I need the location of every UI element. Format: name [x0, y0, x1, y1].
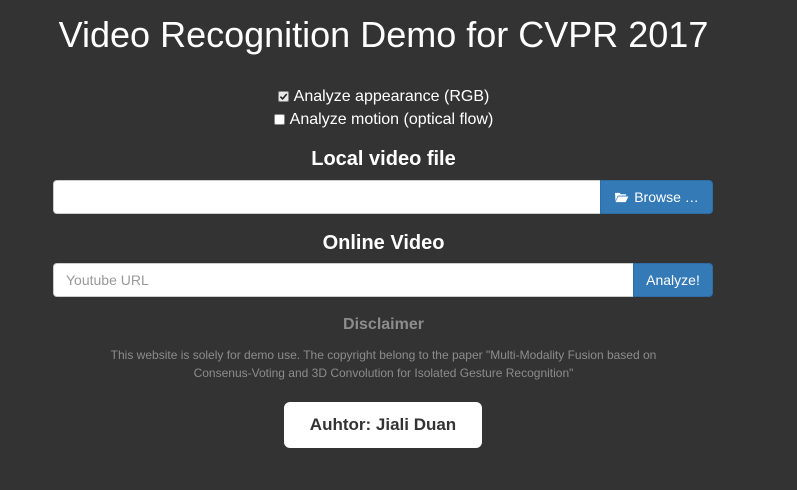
- author-button[interactable]: Auhtor: Jiali Duan: [284, 402, 482, 448]
- disclaimer-text: This website is solely for demo use. The…: [110, 348, 657, 380]
- appearance-checkbox[interactable]: [277, 91, 289, 102]
- checkmark-icon: [279, 93, 288, 101]
- browse-button-label: Browse …: [634, 189, 699, 205]
- analyze-button-label: Analyze!: [646, 272, 700, 288]
- page-title: Video Recognition Demo for CVPR 2017: [58, 14, 709, 55]
- folder-open-icon: [615, 192, 629, 203]
- browse-button[interactable]: Browse …: [600, 180, 713, 214]
- option-motion[interactable]: Analyze motion (optical flow): [0, 108, 767, 131]
- local-video-heading: Local video file: [311, 148, 456, 170]
- motion-checkbox[interactable]: [273, 114, 285, 125]
- online-video-heading: Online Video: [322, 232, 445, 254]
- disclaimer-heading: Disclaimer: [343, 316, 424, 333]
- page: Video Recognition Demo for CVPR 2017 Ana…: [0, 0, 797, 490]
- analysis-options: Analyze appearance (RGB) Analyze motion …: [0, 85, 767, 131]
- option-appearance[interactable]: Analyze appearance (RGB): [0, 85, 767, 108]
- appearance-label[interactable]: Analyze appearance (RGB): [294, 88, 490, 106]
- youtube-url-input[interactable]: [53, 263, 633, 297]
- online-video-input-group: Analyze!: [53, 263, 713, 297]
- motion-label[interactable]: Analyze motion (optical flow): [290, 111, 494, 129]
- local-video-input-group: Browse …: [53, 180, 713, 214]
- local-file-path-input[interactable]: [53, 180, 600, 214]
- analyze-button[interactable]: Analyze!: [633, 263, 713, 297]
- author-label: Auhtor: Jiali Duan: [309, 415, 457, 434]
